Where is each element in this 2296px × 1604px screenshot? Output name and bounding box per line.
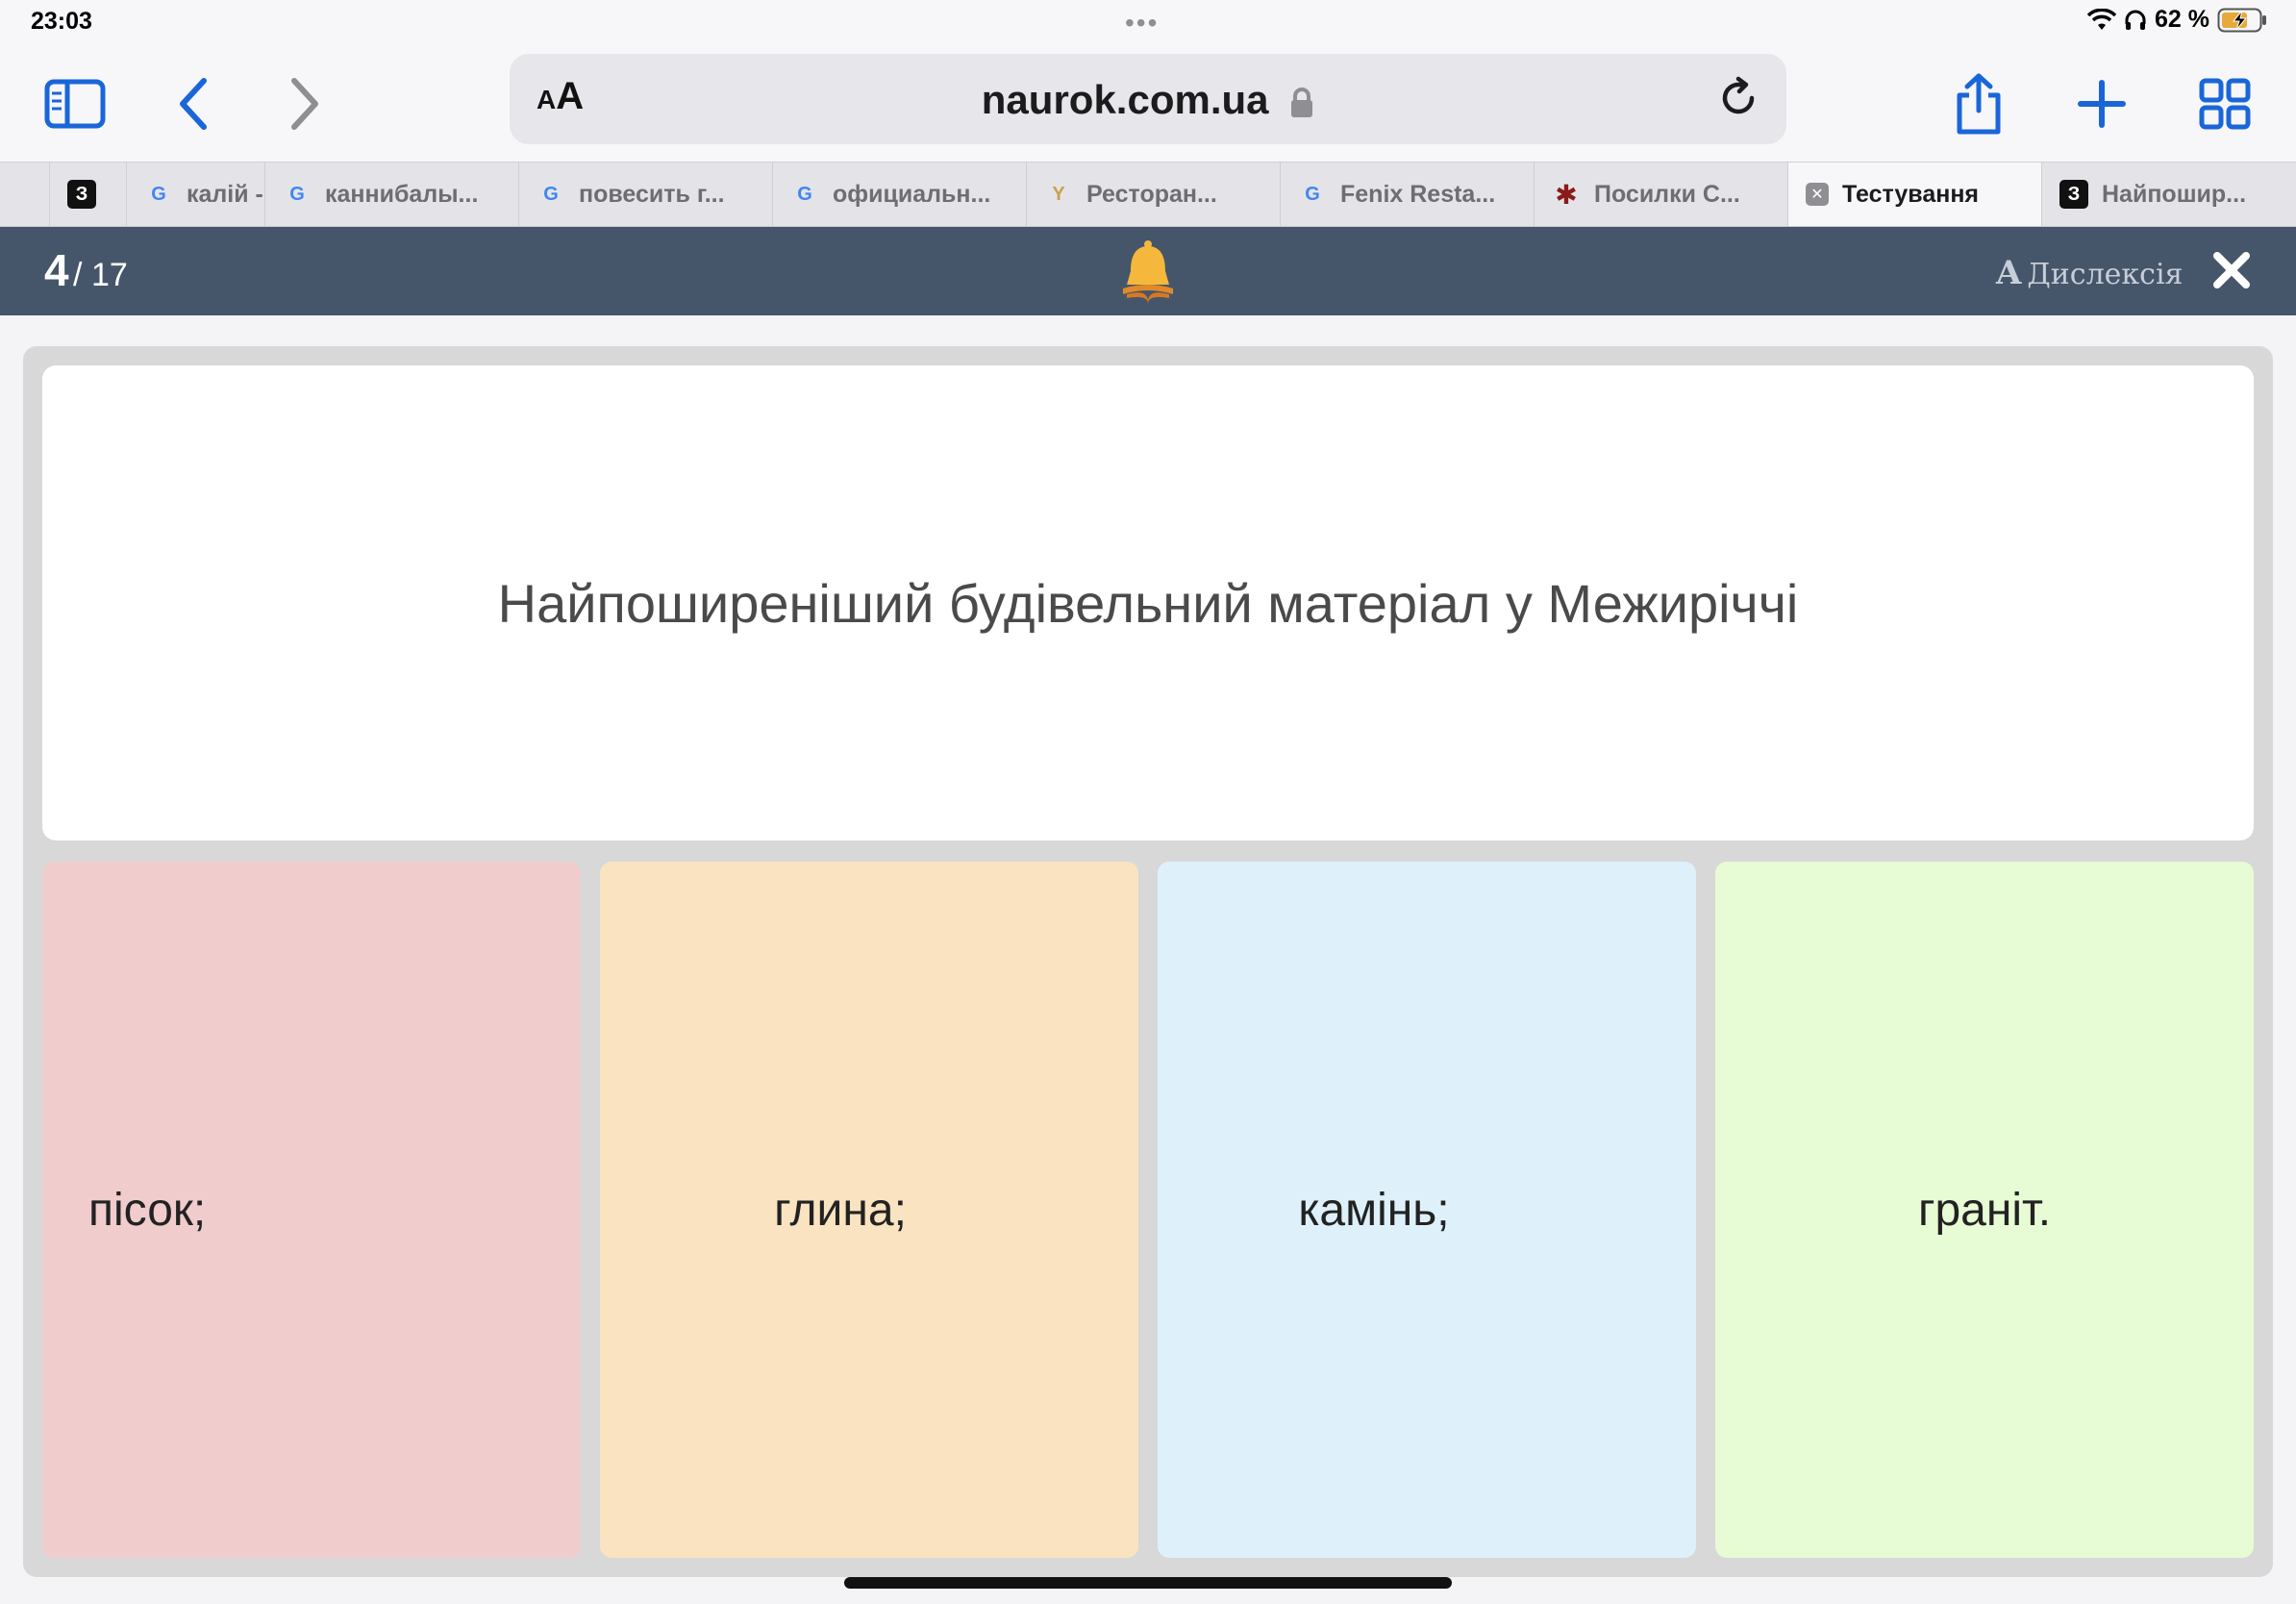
forward-icon[interactable] (269, 69, 338, 138)
tab-9[interactable]: З Найпошир... (2042, 163, 2296, 226)
wifi-icon (2087, 8, 2117, 30)
status-time: 23:03 (31, 8, 92, 35)
tab-title: Тестування (1842, 180, 1980, 208)
browser-toolbar: AA naurok.com.ua (0, 46, 2296, 162)
google-favicon-icon: G (1305, 183, 1320, 205)
font-icon: A (1996, 254, 2022, 292)
answer-option-3[interactable]: камінь; (1158, 862, 1696, 1558)
google-favicon-icon: G (289, 183, 305, 205)
tab-5[interactable]: Y Ресторан... (1027, 163, 1281, 226)
question-card: Найпоширеніший будівельний матеріал у Ме… (42, 365, 2254, 840)
tab-bar: З G калій - G каннибалы... G повесить г.… (0, 162, 2296, 227)
home-indicator[interactable] (844, 1577, 1452, 1589)
parcel-favicon-icon: ✱ (1555, 179, 1578, 210)
tab-title: Fenix Resta... (1340, 180, 1496, 208)
answer-label: пісок; (88, 1184, 207, 1236)
battery-percent: 62 % (2155, 6, 2209, 33)
tab-title: калій - (187, 180, 263, 208)
tab-4[interactable]: G официальн... (773, 163, 1027, 226)
bell-logo-icon (1117, 238, 1179, 306)
close-icon[interactable] (2211, 250, 2252, 290)
quiz-header: 4 / 17 A Дислексія (0, 227, 2296, 315)
tab-title: Посилки С... (1594, 180, 1740, 208)
tab-title: Найпошир... (2102, 180, 2247, 208)
address-bar[interactable]: AA naurok.com.ua (510, 54, 1786, 144)
tab-1[interactable]: G калій - (127, 163, 265, 226)
answer-option-2[interactable]: глина; (600, 862, 1138, 1558)
site-favicon-icon: З (67, 180, 96, 209)
back-icon[interactable] (160, 69, 229, 138)
google-favicon-icon: G (797, 183, 812, 205)
google-favicon-icon: G (151, 183, 166, 205)
answer-option-1[interactable]: пісок; (42, 862, 581, 1558)
status-bar: 23:03 ••• 62 % (0, 0, 2296, 46)
tab-title: Ресторан... (1086, 180, 1217, 208)
headphones-icon (2125, 10, 2146, 30)
url-text: naurok.com.ua (981, 77, 1269, 122)
question-counter: 4 / 17 (44, 244, 128, 296)
tab-7[interactable]: ✱ Посилки С... (1535, 163, 1788, 226)
site-favicon-icon: З (2059, 180, 2088, 209)
tab-3[interactable]: G повесить г... (519, 163, 773, 226)
restaurant-favicon-icon: Y (1052, 183, 1065, 205)
answer-label: камінь; (1298, 1184, 1450, 1236)
battery-charging-icon (2217, 8, 2266, 32)
multitasking-dots-icon[interactable]: ••• (1125, 8, 1159, 38)
lock-icon (1291, 87, 1313, 117)
tabs-overview-icon[interactable] (2190, 69, 2259, 138)
answer-label: граніт. (1917, 1184, 2052, 1236)
answer-option-4[interactable]: граніт. (1715, 862, 2254, 1558)
sidebar-icon[interactable] (40, 69, 110, 138)
tab-2[interactable]: G каннибалы... (265, 163, 519, 226)
dyslexia-toggle[interactable]: A Дислексія (1996, 254, 2183, 292)
tab-8-active[interactable]: ✕ Тестування (1788, 163, 2042, 226)
tab-pinned-edge[interactable] (0, 163, 50, 226)
quiz-area: Найпоширеніший будівельний матеріал у Ме… (23, 346, 2273, 1577)
tab-title: каннибалы... (325, 180, 479, 208)
google-favicon-icon: G (543, 183, 559, 205)
answer-label: глина; (774, 1184, 907, 1236)
close-tab-icon[interactable]: ✕ (1806, 183, 1829, 206)
question-text: Найпоширеніший будівельний матеріал у Ме… (497, 572, 1799, 634)
new-tab-icon[interactable] (2067, 69, 2136, 138)
status-indicators: 62 % (2087, 6, 2267, 34)
tab-6[interactable]: G Fenix Resta... (1281, 163, 1535, 226)
url-field[interactable]: naurok.com.ua (510, 77, 1786, 123)
total-questions: / 17 (73, 257, 128, 293)
tab-title: официальн... (833, 180, 991, 208)
reload-icon[interactable] (1713, 73, 1763, 123)
tab-0[interactable]: З (50, 163, 127, 226)
tab-title: повесить г... (579, 180, 725, 208)
share-icon[interactable] (1944, 69, 2013, 138)
current-question-number: 4 (44, 245, 69, 295)
dyslexia-label: Дислексія (2027, 258, 2184, 291)
